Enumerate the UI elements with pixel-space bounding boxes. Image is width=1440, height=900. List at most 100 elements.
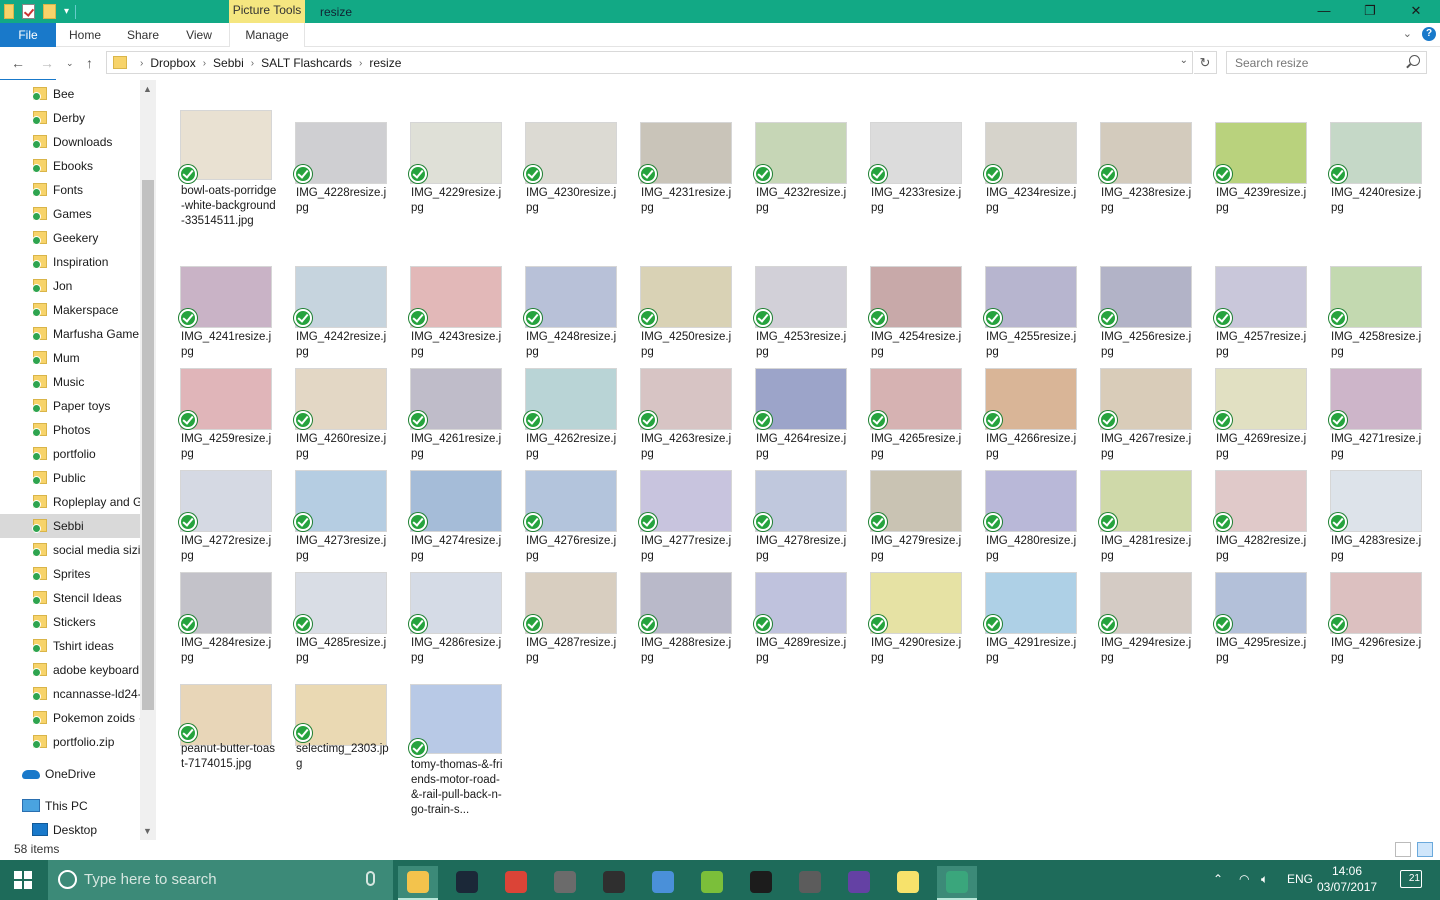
- microphone-icon[interactable]: [366, 871, 375, 886]
- breadcrumb-dropbox[interactable]: Dropbox: [150, 56, 195, 70]
- blender-like-taskbar-button[interactable]: [643, 866, 683, 900]
- file-item[interactable]: tomy-thomas-&-friends-motor-road-&-rail-…: [407, 684, 507, 816]
- sidebar-item-onedrive[interactable]: OneDrive: [0, 762, 140, 786]
- sidebar-item[interactable]: Makerspace: [0, 298, 140, 322]
- file-item[interactable]: IMG_4286resize.jpg: [407, 560, 507, 680]
- file-item[interactable]: IMG_4291resize.jpg: [982, 560, 1082, 680]
- file-explorer-taskbar-button[interactable]: [398, 866, 438, 900]
- file-item[interactable]: IMG_4239resize.jpg: [1212, 110, 1312, 230]
- chevron-down-icon[interactable]: ⌄: [1180, 55, 1188, 66]
- sidebar-item[interactable]: Stencil Ideas: [0, 586, 140, 610]
- sidebar-item[interactable]: Jon: [0, 274, 140, 298]
- new-folder-icon[interactable]: [43, 4, 56, 19]
- sidebar-item[interactable]: Geekery: [0, 226, 140, 250]
- file-item[interactable]: selectimg_2303.jpg: [292, 684, 392, 804]
- sidebar-item[interactable]: social media sizi: [0, 538, 140, 562]
- file-item[interactable]: IMG_4231resize.jpg: [637, 110, 737, 230]
- file-item[interactable]: IMG_4234resize.jpg: [982, 110, 1082, 230]
- sticky-notes-taskbar-button[interactable]: [888, 866, 928, 900]
- tab-home[interactable]: Home: [60, 23, 110, 47]
- language-indicator[interactable]: ENG: [1287, 872, 1313, 886]
- sidebar-item[interactable]: Ebooks: [0, 154, 140, 178]
- forward-arrow-icon[interactable]: →: [40, 55, 54, 71]
- file-item[interactable]: IMG_4288resize.jpg: [637, 560, 737, 680]
- file-item[interactable]: IMG_4285resize.jpg: [292, 560, 392, 680]
- scroll-down-icon[interactable]: ▼: [143, 826, 152, 836]
- customize-toolbar-icon[interactable]: ▾: [64, 6, 69, 17]
- address-bar[interactable]: › Dropbox › Sebbi › SALT Flashcards › re…: [106, 51, 1193, 74]
- volume-icon[interactable]: 🔈︎: [1261, 872, 1268, 887]
- folder-icon[interactable]: [4, 4, 14, 19]
- sidebar-item[interactable]: portfolio: [0, 442, 140, 466]
- sidebar-item[interactable]: Bee: [0, 82, 140, 106]
- sidebar-item[interactable]: Fonts: [0, 178, 140, 202]
- chevron-right-icon[interactable]: ›: [359, 58, 362, 69]
- file-item[interactable]: IMG_4295resize.jpg: [1212, 560, 1312, 680]
- breadcrumb-sebbi[interactable]: Sebbi: [213, 56, 244, 70]
- chrome-taskbar-button[interactable]: [496, 866, 536, 900]
- search-icon[interactable]: [1409, 55, 1420, 66]
- up-arrow-icon[interactable]: ↑: [86, 55, 93, 71]
- chevron-right-icon[interactable]: ›: [251, 58, 254, 69]
- sidebar-item[interactable]: ncannasse-ld24-: [0, 682, 140, 706]
- file-item[interactable]: IMG_4233resize.jpg: [867, 110, 967, 230]
- sidebar-item-this-pc[interactable]: This PC: [0, 794, 140, 818]
- sidebar-item[interactable]: Downloads: [0, 130, 140, 154]
- sidebar-item[interactable]: adobe keyboard: [0, 658, 140, 682]
- breadcrumb-resize[interactable]: resize: [369, 56, 401, 70]
- green-app-taskbar-button[interactable]: [692, 866, 732, 900]
- sidebar-item[interactable]: Marfusha Game: [0, 322, 140, 346]
- large-icons-view-icon[interactable]: [1417, 842, 1433, 857]
- file-item[interactable]: IMG_4290resize.jpg: [867, 560, 967, 680]
- tab-share[interactable]: Share: [118, 23, 168, 47]
- properties-icon[interactable]: [22, 4, 35, 19]
- file-item[interactable]: IMG_4287resize.jpg: [522, 560, 622, 680]
- back-arrow-icon[interactable]: ←: [11, 55, 25, 71]
- recent-locations-icon[interactable]: ⌄: [66, 58, 74, 69]
- steam-taskbar-button[interactable]: [447, 866, 487, 900]
- details-view-icon[interactable]: [1395, 842, 1411, 857]
- file-item[interactable]: IMG_4296resize.jpg: [1327, 560, 1427, 680]
- file-item[interactable]: IMG_4232resize.jpg: [752, 110, 852, 230]
- inkscape-taskbar-button[interactable]: [594, 866, 634, 900]
- twitch-taskbar-button[interactable]: [839, 866, 879, 900]
- sidebar-item[interactable]: Inspiration: [0, 250, 140, 274]
- chevron-right-icon[interactable]: ›: [203, 58, 206, 69]
- tab-manage[interactable]: Manage: [229, 23, 305, 47]
- windows-start-icon[interactable]: [14, 871, 33, 890]
- help-icon[interactable]: ?: [1422, 27, 1436, 41]
- file-item[interactable]: peanut-butter-toast-7174015.jpg: [177, 684, 277, 804]
- sidebar-item[interactable]: Derby: [0, 106, 140, 130]
- file-item[interactable]: IMG_4228resize.jpg: [292, 110, 392, 230]
- file-item[interactable]: IMG_4289resize.jpg: [752, 560, 852, 680]
- search-input[interactable]: Search resize: [1235, 56, 1308, 70]
- sidebar-item[interactable]: Stickers: [0, 610, 140, 634]
- file-item[interactable]: IMG_4230resize.jpg: [522, 110, 622, 230]
- sidebar-item[interactable]: Ropleplay and G: [0, 490, 140, 514]
- ida-taskbar-button[interactable]: [741, 866, 781, 900]
- taskbar-search[interactable]: Type here to search: [48, 860, 393, 900]
- sidebar-item[interactable]: Pokemon zoids ·: [0, 706, 140, 730]
- sidebar-item[interactable]: Games: [0, 202, 140, 226]
- sidebar-item[interactable]: Photos: [0, 418, 140, 442]
- file-item[interactable]: bowl-oats-porridge-white-background-3351…: [177, 110, 277, 230]
- sidebar-item[interactable]: Public: [0, 466, 140, 490]
- close-button[interactable]: ✕: [1393, 0, 1439, 23]
- notifications-icon[interactable]: 21: [1400, 870, 1422, 888]
- scroll-up-icon[interactable]: ▲: [143, 84, 152, 94]
- search-box[interactable]: Search resize: [1226, 51, 1427, 74]
- sidebar-item[interactable]: Music: [0, 370, 140, 394]
- sidebar-item[interactable]: Paper toys: [0, 394, 140, 418]
- file-item[interactable]: IMG_4284resize.jpg: [177, 560, 277, 680]
- maximize-button[interactable]: ❐: [1347, 0, 1393, 23]
- file-item[interactable]: IMG_4294resize.jpg: [1097, 560, 1197, 680]
- minimize-button[interactable]: —: [1301, 0, 1347, 23]
- sidebar-item[interactable]: Mum: [0, 346, 140, 370]
- file-item[interactable]: IMG_4240resize.jpg: [1327, 110, 1427, 230]
- drone-app-taskbar-button[interactable]: [545, 866, 585, 900]
- sidebar-item[interactable]: portfolio.zip: [0, 730, 140, 754]
- show-hidden-icons-icon[interactable]: ⌃: [1213, 872, 1223, 886]
- file-item[interactable]: IMG_4229resize.jpg: [407, 110, 507, 230]
- sidebar-item[interactable]: Sebbi: [0, 514, 140, 538]
- taskbar-search-input[interactable]: Type here to search: [84, 871, 217, 888]
